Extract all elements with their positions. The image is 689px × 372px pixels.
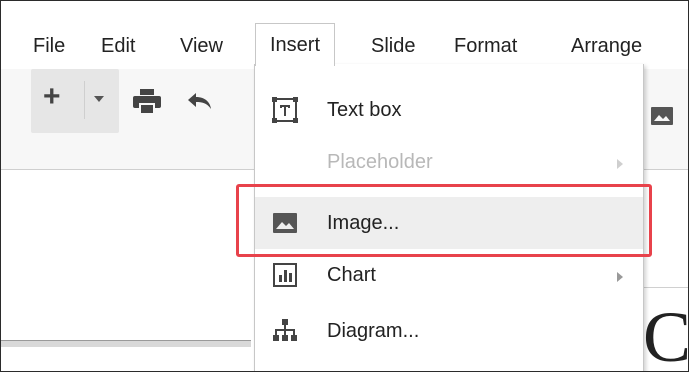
- menu-format[interactable]: Format: [454, 33, 517, 59]
- new-slide-button-group[interactable]: +: [31, 69, 119, 133]
- menu-item-label: Chart: [327, 264, 376, 286]
- menu-edit[interactable]: Edit: [101, 33, 135, 59]
- text-box-icon: [272, 97, 298, 123]
- app-frame: ˘ File Edit View Insert Slide Format Arr…: [0, 0, 689, 372]
- submenu-arrow-icon: [617, 159, 623, 169]
- menu-insert[interactable]: Insert: [255, 23, 336, 66]
- menu-item-diagram[interactable]: Diagram...: [255, 305, 643, 357]
- menu-item-text-box[interactable]: Text box: [255, 84, 643, 136]
- plus-icon[interactable]: +: [43, 82, 61, 112]
- menu-slide[interactable]: Slide: [371, 33, 415, 59]
- print-icon[interactable]: [133, 89, 161, 115]
- image-icon[interactable]: [651, 107, 673, 125]
- chart-icon: [273, 263, 297, 287]
- menu-item-label: Text box: [327, 99, 402, 121]
- slide-text[interactable]: C: [643, 301, 688, 371]
- submenu-arrow-icon: [617, 272, 623, 282]
- menu-item-label: Diagram...: [327, 320, 420, 342]
- menu-item-placeholder: Placeholder: [255, 136, 643, 188]
- toolbar-divider: [84, 81, 85, 119]
- slide-border-line: [641, 287, 688, 288]
- chevron-down-icon[interactable]: [94, 96, 104, 102]
- diagram-icon: [273, 319, 297, 341]
- menu-view[interactable]: View: [180, 33, 223, 59]
- undo-icon[interactable]: [186, 91, 214, 111]
- slide-thumbnail-edge: [1, 340, 251, 347]
- menu-file[interactable]: File: [33, 33, 65, 59]
- menu-item-label: Placeholder: [327, 151, 433, 173]
- highlight-callout: [236, 184, 652, 257]
- menu-arrange[interactable]: Arrange: [571, 33, 642, 59]
